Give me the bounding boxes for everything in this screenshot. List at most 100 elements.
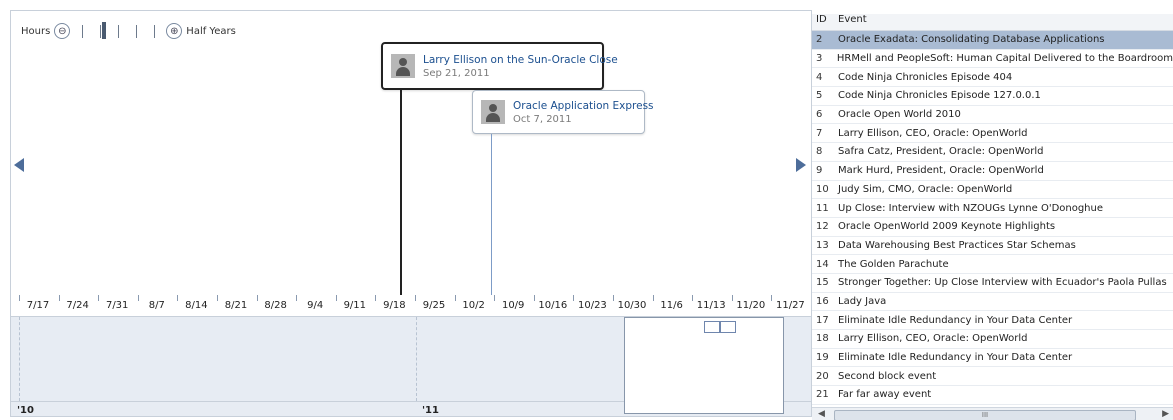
table-row[interactable]: 18 Larry Ellison, CEO, Oracle: OpenWorld (812, 330, 1173, 349)
row-id: 9 (816, 165, 823, 177)
scroll-left-arrow-icon[interactable] (14, 158, 24, 172)
axis-tick (533, 295, 535, 301)
timeline-event[interactable]: Oracle Application Express Oct 7, 2011 (472, 90, 654, 134)
zoom-out-icon[interactable]: ⊖ (54, 23, 71, 39)
axis-tick (19, 295, 20, 301)
row-id: 5 (816, 90, 823, 102)
id-column-header[interactable]: ID (812, 14, 836, 30)
scrollbar-thumb[interactable]: III (834, 410, 1136, 420)
table-row[interactable]: 21 Far far away event (812, 386, 1173, 405)
table-row[interactable]: 16 Lady Java (812, 293, 1173, 312)
axis-date-label: 11/13 (696, 300, 726, 311)
axis-tick (415, 295, 416, 301)
row-id: 18 (816, 333, 829, 345)
time-axis: 7/17 7/24 7/31 8/7 8/14 8/21 8/28 9/4 9/11 9/18 9/… (11, 295, 811, 317)
row-event: Up Close: Interview with NZOUGs Lynne O'… (838, 202, 1104, 214)
axis-tick (217, 295, 218, 301)
axis-tick (731, 295, 733, 301)
axis-date-label: 10/9 (501, 300, 525, 311)
row-event: Stronger Together: Up Close Interview wi… (838, 277, 1167, 289)
row-id: 20 (816, 370, 829, 382)
row-event: Mark Hurd, President, Oracle: OpenWorld (838, 165, 1044, 177)
table-row[interactable]: 8 Safra Catz, President, Oracle: OpenWorl… (812, 143, 1173, 162)
row-event: The Golden Parachute (838, 258, 949, 270)
table-row[interactable]: 17 Eliminate Idle Redundancy in Your Data… (812, 311, 1173, 330)
row-event: Code Ninja Chronicles Episode 404 (838, 71, 1013, 83)
zoom-control: Hours ⊖ ⊕ Half Years (17, 22, 240, 40)
row-id: 6 (816, 109, 823, 121)
table-row[interactable]: 6 Oracle Open World 2010 (812, 106, 1173, 125)
table-row[interactable]: 11 Up Close: Interview with NZOUGs Lynne … (812, 199, 1173, 218)
axis-tick (375, 295, 377, 301)
timeline-event[interactable]: Larry Ellison on the Sun-Oracle Close Se… (381, 42, 618, 90)
axis-tick (613, 295, 614, 301)
axis-date-label: 10/2 (462, 300, 485, 311)
table-row[interactable]: 2 Oracle Exadata: Consolidating Database … (812, 31, 1173, 50)
row-event: Code Ninja Chronicles Episode 127.0.0.1 (838, 90, 1041, 102)
table-row[interactable]: 4 Code Ninja Chronicles Episode 404 (812, 68, 1173, 88)
event-date: Oct 7, 2011 (513, 113, 572, 125)
zoom-slider[interactable] (72, 22, 164, 39)
row-event: Larry Ellison, CEO, Oracle: OpenWorld (838, 333, 1028, 345)
overview-window[interactable] (624, 317, 784, 414)
zoom-slider-thumb[interactable] (102, 22, 107, 39)
axis-tick (454, 295, 456, 301)
row-id: 7 (816, 127, 823, 139)
events-table[interactable]: ID Event 2 Oracle Exadata: Consolidating … (812, 14, 1173, 420)
event-title: Oracle Application Express (513, 99, 654, 112)
row-id: 14 (816, 258, 829, 270)
table-row[interactable]: 12 Oracle OpenWorld 2009 Keynote Highligh… (812, 218, 1173, 237)
row-event: Oracle Open World 2010 (838, 109, 961, 121)
event-column-header[interactable]: Event (836, 14, 867, 30)
timeline-panel[interactable]: Hours ⊖ ⊕ Half Years Larry Ellison on th… (10, 10, 812, 417)
overview-band[interactable]: '10 '11 (11, 316, 811, 416)
row-id: 19 (816, 352, 829, 364)
row-event: Safra Catz, President, Oracle: OpenWorld (838, 146, 1044, 158)
table-row[interactable]: 19 Eliminate Idle Redundancy in Your Data… (812, 349, 1173, 368)
axis-tick (98, 295, 100, 301)
table-row[interactable]: 9 Mark Hurd, President, Oracle: OpenWorld (812, 162, 1173, 181)
table-row[interactable]: 3 HRMell and PeopleSoft: Human Capital De… (812, 50, 1173, 69)
axis-tick (335, 295, 337, 301)
table-row[interactable]: 14 The Golden Parachute (812, 255, 1173, 274)
table-row[interactable]: 7 Larry Ellison, CEO, Oracle: OpenWorld (812, 124, 1173, 144)
axis-date-label: 9/18 (383, 300, 406, 311)
axis-tick (177, 295, 179, 301)
table-row[interactable]: 20 Second block event (812, 367, 1173, 387)
table-row[interactable]: 10 Judy Sim, CMO, Oracle: OpenWorld (812, 181, 1173, 200)
row-id: 4 (816, 71, 823, 83)
row-id: 21 (816, 389, 829, 401)
scroll-right-arrow-icon[interactable] (796, 158, 806, 172)
table-row[interactable]: 5 Code Ninja Chronicles Episode 127.0.0.1 (812, 87, 1173, 106)
person-icon (391, 54, 415, 78)
axis-date-label: 9/11 (343, 300, 367, 311)
table-header: ID Event (812, 14, 1173, 31)
axis-date-label: 10/16 (538, 300, 568, 311)
overview-event-marker (704, 321, 720, 333)
scroll-left-icon[interactable]: ◀ (818, 409, 825, 419)
row-id: 17 (816, 314, 829, 326)
axis-date-label: 9/4 (307, 300, 324, 311)
row-event: HRMell and PeopleSoft: Human Capital Del… (836, 53, 1173, 65)
axis-tick (573, 295, 575, 301)
zoom-max-label: Half Years (186, 25, 236, 37)
row-id: 15 (816, 277, 829, 289)
row-event: Far far away event (838, 389, 932, 401)
axis-date-label: 8/7 (148, 300, 165, 311)
row-event: Larry Ellison, CEO, Oracle: OpenWorld (838, 127, 1028, 139)
axis-tick (692, 295, 694, 301)
axis-date-label: 10/30 (617, 300, 647, 311)
row-id: 10 (816, 183, 829, 195)
row-event: Eliminate Idle Redundancy in Your Data C… (838, 352, 1073, 364)
axis-tick (58, 295, 60, 301)
table-row[interactable]: 15 Stronger Together: Up Close Interview … (812, 274, 1173, 293)
scroll-right-icon[interactable]: ▶ (1162, 409, 1169, 419)
zoom-in-icon[interactable]: ⊕ (166, 23, 183, 39)
zoom-min-label: Hours (21, 25, 51, 37)
horizontal-scrollbar[interactable]: ◀ III ▶ (812, 407, 1173, 420)
table-row[interactable]: 13 Data Warehousing Best Practices Star S… (812, 237, 1173, 256)
axis-date-label: 8/14 (185, 300, 208, 311)
row-event: Oracle OpenWorld 2009 Keynote Highlights (838, 221, 1056, 233)
axis-date-label: 11/20 (736, 300, 766, 311)
event-stem (400, 88, 402, 295)
